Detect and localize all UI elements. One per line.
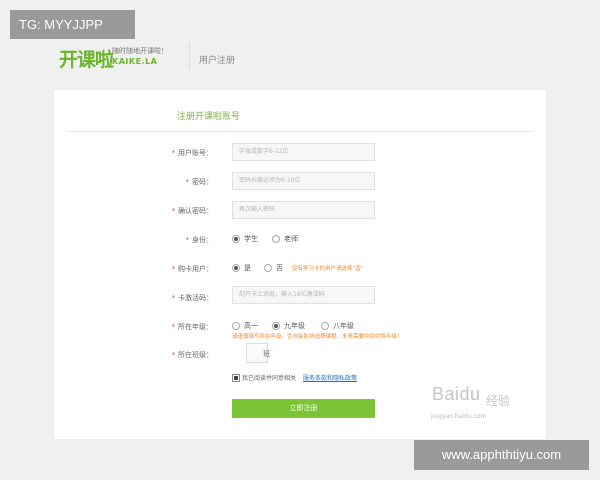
overlay-tag: TG: MYYJJPP [10, 10, 135, 39]
required-mark: * [171, 149, 176, 157]
grade-option-grade9[interactable]: 九年级 [272, 321, 305, 331]
required-mark: * [171, 323, 176, 331]
radio-icon [321, 322, 329, 330]
role-option-student-label: 学生 [244, 235, 258, 243]
card-user-label-text: 购卡用户： [178, 265, 213, 273]
baidu-watermark: Baidu [432, 384, 481, 404]
logo-domain: KAIKE.LA [112, 57, 158, 66]
card-user-option-yes[interactable]: 是 [232, 263, 251, 273]
site-logo[interactable]: 开课啦 [59, 45, 114, 72]
radio-checked-icon [272, 322, 280, 330]
confirm-label-text: 确认密码： [178, 207, 213, 215]
grade-option-grade8-label: 八年级 [333, 322, 354, 330]
card-user-option-no-label: 否 [276, 264, 283, 272]
grade-option-senior1-label: 高一 [244, 322, 258, 330]
radio-icon [232, 322, 240, 330]
password-label: * 密码： [63, 177, 214, 187]
required-mark: * [185, 178, 190, 186]
card-user-option-no[interactable]: 否 [264, 263, 283, 273]
grade-option-grade9-label: 九年级 [284, 322, 305, 330]
page-title: 用户注册 [199, 56, 236, 66]
required-mark: * [171, 207, 176, 215]
required-mark: * [171, 265, 176, 273]
card-user-label: * 购卡用户： [63, 264, 214, 274]
site-watermark: www.apphthtiyu.com [414, 440, 589, 470]
card-code-label: * 卡激活码： [63, 293, 214, 303]
role-label: * 身份： [63, 235, 214, 245]
baidu-url-watermark: jingyan.baidu.com [431, 413, 487, 420]
radio-checked-icon [232, 264, 240, 272]
grade-label: * 所在年级： [63, 322, 214, 332]
required-mark: * [171, 351, 176, 359]
agree-checkbox[interactable] [232, 374, 240, 382]
card-user-note: 没有学习卡的用户请选择“否” [292, 266, 364, 272]
role-option-teacher-label: 老师 [284, 235, 298, 243]
account-label: * 用户账号： [63, 148, 214, 158]
radio-icon [264, 264, 272, 272]
account-label-text: 用户账号： [178, 149, 213, 157]
class-unit: 班 [263, 350, 270, 358]
grade-note: 请谨慎填写所在年级，否则会影响选择课程，未来需要中间切换年级！ [232, 334, 403, 340]
card-code-input[interactable]: 刮开卡上涂层，输入16位激活码 [232, 286, 375, 304]
radio-icon [272, 235, 280, 243]
jingyan-watermark: 经验 [486, 394, 511, 408]
grade-label-text: 所在年级： [178, 323, 213, 331]
password-label-text: 密码： [192, 178, 213, 186]
register-button[interactable]: 立即注册 [232, 399, 375, 418]
form-section-title: 注册开课啦账号 [177, 112, 241, 122]
logo-slogan: 随时随地开课啦！ [112, 47, 168, 55]
required-mark: * [185, 236, 190, 244]
role-option-teacher[interactable]: 老师 [272, 234, 298, 244]
confirm-password-label: * 确认密码： [63, 206, 214, 216]
grade-option-grade8[interactable]: 八年级 [321, 321, 354, 331]
card-user-option-yes-label: 是 [244, 264, 251, 272]
role-label-text: 身份： [192, 236, 213, 244]
class-label: * 所在班级： [63, 350, 214, 360]
account-input[interactable]: 字母或数字6-12位 [232, 143, 375, 161]
header-divider [189, 42, 190, 70]
radio-checked-icon [232, 235, 240, 243]
required-mark: * [171, 294, 176, 302]
class-label-text: 所在班级： [178, 351, 213, 359]
role-option-student[interactable]: 学生 [232, 234, 258, 244]
confirm-password-input[interactable]: 再次输入密码 [232, 201, 375, 219]
card-code-label-text: 卡激活码： [178, 294, 213, 302]
grade-option-senior1[interactable]: 高一 [232, 321, 258, 331]
terms-link[interactable]: 服务条款和隐私政策 [303, 373, 357, 382]
password-input[interactable]: 密码长度必须为6-16位 [232, 172, 375, 190]
agree-text: 我已阅读并同意相关 [242, 375, 297, 382]
section-divider [66, 131, 534, 132]
